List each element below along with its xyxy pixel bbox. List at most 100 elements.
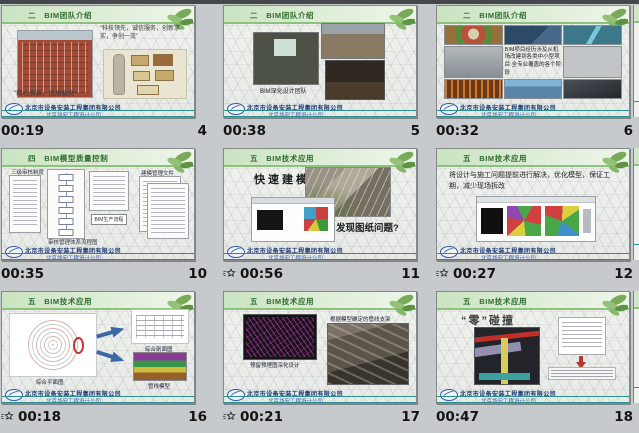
bim-render-thumbnail <box>445 80 502 98</box>
company-logo-icon <box>440 103 458 115</box>
footer-divider <box>437 259 629 260</box>
rehearsal-time: 00:32 <box>436 123 479 139</box>
slide-number: 11 <box>401 266 420 282</box>
slide-title: 五 BIM技术应用 <box>28 296 92 307</box>
slide-meta-row: 00:47 18 <box>436 407 633 427</box>
slide-thumbnail-12[interactable]: 五 BIM技术应用 将设计与施工问题提前进行解决，优化模型，保证工期，减少现场拆… <box>436 148 630 261</box>
headline-text: “零”碰撞 <box>461 312 515 328</box>
slide-body: 快速建模 发现图纸问题? <box>224 167 416 245</box>
slide-thumbnail-5[interactable]: 二 BIM团队介绍 BIM深化设计团队 北京市设备安装工程集团有限公司 北京华安… <box>223 5 417 118</box>
animation-star-icon[interactable] <box>1 411 14 423</box>
slide-number: 12 <box>614 266 633 282</box>
slide-title: 五 BIM技术应用 <box>463 296 527 307</box>
slide-title-bar: 五 BIM技术应用 <box>437 292 629 310</box>
management-document <box>90 172 128 210</box>
company-logo-icon <box>440 389 458 401</box>
software-screenshot <box>477 197 595 241</box>
slide-number: 18 <box>614 409 633 425</box>
ceiling-pipes-photo <box>328 324 408 384</box>
slide-number: 17 <box>401 409 420 425</box>
slide-title: 二 BIM团队介绍 <box>250 10 314 21</box>
slide-body: 三级审核制度 建模管理文件 BIM生产流程 审核管理体系流程图 <box>2 167 194 245</box>
footer-divider <box>2 402 194 403</box>
slide-meta-row: 00:35 10 <box>1 264 207 284</box>
partial-next-slide-column[interactable] <box>633 5 639 117</box>
partial-next-slide-column[interactable] <box>633 148 639 260</box>
standards-page <box>148 184 188 238</box>
slide-number: 6 <box>624 123 633 139</box>
slide-body: 预留预埋图深化设计 根据模型确定的管线支架 <box>224 310 416 388</box>
footer-divider <box>437 116 629 117</box>
slide-cell-16: 五 BIM技术应用 综合平面图 综合剖面图 管线模型 北京市设备安装工程集团有限… <box>0 290 213 433</box>
slide-title-bar: 二 BIM团队介绍 <box>2 6 194 24</box>
slide-cell-6: 二 BIM团队介绍 BIM项目经历涉及从机场改建到各类中小型项目 全专业覆盖的各… <box>426 4 639 147</box>
slide-title-bar: 五 BIM技术应用 <box>2 292 194 310</box>
company-logo-icon <box>5 389 23 401</box>
company-logo-icon <box>227 246 245 258</box>
bim-render-thumbnail <box>505 26 562 44</box>
slide-number: 10 <box>188 266 207 282</box>
animation-star-icon[interactable] <box>223 411 236 423</box>
slide-meta-row: 00:18 16 <box>1 407 207 427</box>
bim-render-thumbnail <box>564 47 621 78</box>
slide-thumbnail-17[interactable]: 五 BIM技术应用 预留预埋图深化设计 根据模型确定的管线支架 北京市设备安装工… <box>223 291 417 404</box>
slide-title: 五 BIM技术应用 <box>250 153 314 164</box>
slide-footer: 北京市设备安装工程集团有限公司 北京华安工程设计公司 <box>224 245 416 260</box>
bim-pipes-render <box>475 328 539 384</box>
honors-collage-photo <box>104 50 186 98</box>
slide-cell-5: 二 BIM团队介绍 BIM深化设计团队 北京市设备安装工程集团有限公司 北京华安… <box>213 4 426 147</box>
slide-title-bar: 四 BIM模型质量控制 <box>2 149 194 167</box>
slide-meta-row: 00:19 4 <box>1 121 207 141</box>
slide-thumbnail-6[interactable]: 二 BIM团队介绍 BIM项目经历涉及从机场改建到各类中小型项目 全专业覆盖的各… <box>436 5 630 118</box>
slide-footer: 北京市设备安装工程集团有限公司 北京华安工程设计公司 <box>224 102 416 117</box>
footer-divider <box>224 259 416 260</box>
slide-cell-12: 五 BIM技术应用 将设计与施工问题提前进行解决，优化模型，保证工期，减少现场拆… <box>426 147 639 290</box>
footer-divider <box>224 402 416 403</box>
document-label: 三级审核制度 <box>11 168 44 176</box>
animation-star-icon[interactable] <box>223 268 236 280</box>
slide-footer: 北京市设备安装工程集团有限公司 北京华安工程设计公司 <box>2 245 194 260</box>
slide-thumbnail-18[interactable]: 五 BIM技术应用 “零”碰撞 北京市设备安装工程集团有限公司 <box>436 291 630 404</box>
colored-plan-view <box>507 206 541 236</box>
arrow-icon <box>95 346 128 368</box>
training-room-photo <box>326 61 384 99</box>
bim-render-thumbnail <box>445 26 502 44</box>
slide-cell-10: 四 BIM模型质量控制 三级审核制度 建模管理文件 BIM生产流程 审核管理体系… <box>0 147 213 290</box>
cad-wireframe-screenshot <box>244 315 316 359</box>
slide-body: BIM深化设计团队 <box>224 24 416 102</box>
slide-title: 四 BIM模型质量控制 <box>28 153 108 164</box>
bim-render-thumbnail <box>564 80 621 98</box>
rehearsal-time: 00:18 <box>18 409 61 425</box>
slide-title-bar: 五 BIM技术应用 <box>224 149 416 167</box>
animation-star-icon[interactable] <box>436 268 449 280</box>
company-logo-icon <box>5 103 23 115</box>
cad-caption: 预留预埋图深化设计 <box>250 361 300 369</box>
slide-thumbnail-10[interactable]: 四 BIM模型质量控制 三级审核制度 建模管理文件 BIM生产流程 审核管理体系… <box>1 148 195 261</box>
slide-footer: 北京市设备安装工程集团有限公司 北京华安工程设计公司 <box>437 388 629 403</box>
window-title-bar <box>252 198 334 204</box>
slide-thumbnail-16[interactable]: 五 BIM技术应用 综合平面图 综合剖面图 管线模型 北京市设备安装工程集团有限… <box>1 291 195 404</box>
slide-body: “科技领先，诚信服务，创新求实，争创一流” “精心安装，优质服务” <box>2 24 194 102</box>
partial-next-slide-column[interactable] <box>633 291 639 403</box>
cad-view <box>257 210 283 230</box>
slide-meta-row: 00:56 11 <box>223 264 420 284</box>
slide-cell-4: 二 BIM团队介绍 “科技领先，诚信服务，创新求实，争创一流” “精心安装，优质… <box>0 4 213 147</box>
colored-plan-view <box>545 206 579 236</box>
bim-render-thumbnail <box>445 47 502 78</box>
footer-divider <box>437 402 629 403</box>
slide-body: BIM项目经历涉及从机场改建到各类中小型项目 全专业覆盖的各个阶段 <box>437 24 629 102</box>
slide-body: 综合平面图 综合剖面图 管线模型 <box>2 310 194 388</box>
slide-number: 4 <box>198 123 207 139</box>
company-logo-icon <box>227 389 245 401</box>
slide-thumbnail-11[interactable]: 五 BIM技术应用 快速建模 发现图纸问题? 北京市设备安装工程集团有限公司 北… <box>223 148 417 261</box>
slide-thumbnail-4[interactable]: 二 BIM团队介绍 “科技领先，诚信服务，创新求实，争创一流” “精心安装，优质… <box>1 5 195 118</box>
rehearsal-time: 00:47 <box>436 409 479 425</box>
slide-meta-row: 00:38 5 <box>223 121 420 141</box>
bim-render-thumbnail <box>564 26 621 44</box>
award-plaque <box>154 55 172 65</box>
project-scope-text: BIM项目经历涉及从机场改建到各类中小型项目 全专业覆盖的各个阶段 <box>505 47 562 78</box>
software-screenshot <box>252 198 334 241</box>
slide-title: 二 BIM团队介绍 <box>28 10 92 21</box>
company-logo-icon <box>440 246 458 258</box>
bim-render-thumbnail <box>505 80 562 98</box>
